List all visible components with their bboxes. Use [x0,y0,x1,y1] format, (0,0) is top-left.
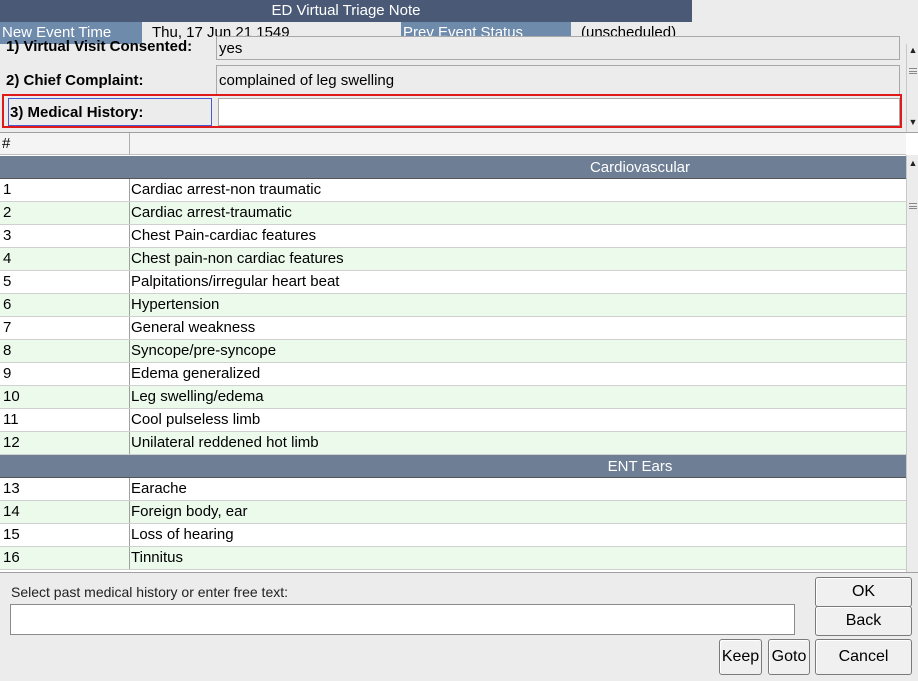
question-value-virtual-visit[interactable]: yes [216,36,900,60]
row-number: 4 [0,248,130,270]
table-header: # [0,133,906,155]
row-number: 6 [0,294,130,316]
back-button[interactable]: Back [815,606,912,636]
medical-history-label-box: 3) Medical History: [8,98,212,126]
table-row[interactable]: 13 Earache [0,478,906,501]
row-text: Cardiac arrest-traumatic [131,204,292,221]
row-text: Cardiac arrest-non traumatic [131,181,322,198]
table-row[interactable]: 8 Syncope/pre-syncope [0,340,906,363]
row-text: Earache [131,480,187,497]
scroll-up-icon[interactable]: ▲ [907,44,918,56]
row-text: General weakness [131,319,256,336]
table-row[interactable]: 6 Hypertension [0,294,906,317]
table-row[interactable]: 11 Cool pulseless limb [0,409,906,432]
row-text: Tinnitus [131,549,183,566]
medical-history-input[interactable] [218,98,900,126]
medical-history-row[interactable]: 3) Medical History: [2,94,902,128]
table-body: Cardiovascular 1 Cardiac arrest-non trauma… [0,156,906,570]
scroll-grip-icon[interactable] [909,203,917,209]
question-scrollbar[interactable]: ▲ ▼ [906,44,918,132]
row-number: 13 [0,478,130,500]
row-text: Cool pulseless limb [131,411,261,428]
table-row[interactable]: 9 Edema generalized [0,363,906,386]
table-row[interactable]: 5 Palpitations/irregular heart beat [0,271,906,294]
row-number: 1 [0,179,130,201]
row-number: 15 [0,524,130,546]
table-row[interactable]: 1 Cardiac arrest-non traumatic [0,179,906,202]
keep-button[interactable]: Keep [719,639,762,675]
question-value-chief-complaint[interactable]: complained of leg swelling [216,65,900,95]
row-text: Foreign body, ear [131,503,248,520]
table-row[interactable]: 2 Cardiac arrest-traumatic [0,202,906,225]
row-text: Edema generalized [131,365,261,382]
row-text: Chest pain-non cardiac features [131,250,344,267]
table-row[interactable]: 16 Tinnitus [0,547,906,570]
column-header-number: # [0,133,130,155]
section-header: Cardiovascular [0,156,906,179]
row-number: 12 [0,432,130,454]
table-row[interactable]: 3 Chest Pain-cardiac features [0,225,906,248]
row-number: 3 [0,225,130,247]
row-number: 5 [0,271,130,293]
row-number: 8 [0,340,130,362]
free-text-input[interactable] [10,604,795,635]
scroll-up-icon[interactable]: ▲ [907,157,918,169]
free-text-prompt: Select past medical history or enter fre… [11,584,289,600]
ok-button[interactable]: OK [815,577,912,607]
question-label-medical-history: 3) Medical History: [10,104,144,121]
history-table: # Cardiovascular 1 Cardiac arrest-non trau… [0,132,918,573]
question-label-chief-complaint: 2) Chief Complaint: [6,72,144,89]
table-row[interactable]: 4 Chest pain-non cardiac features [0,248,906,271]
row-text: Leg swelling/edema [131,388,264,405]
section-title: ENT Ears [607,458,673,475]
question-panel: 1) Virtual Visit Consented: yes 2) Chief… [0,36,918,132]
row-text: Palpitations/irregular heart beat [131,273,340,290]
table-row[interactable]: 7 General weakness [0,317,906,340]
footer-panel: Select past medical history or enter fre… [0,572,918,681]
row-text: Hypertension [131,296,220,313]
row-number: 14 [0,501,130,523]
scroll-grip-icon[interactable] [909,68,917,74]
row-text: Chest Pain-cardiac features [131,227,317,244]
window-title: ED Virtual Triage Note [0,0,692,22]
row-number: 7 [0,317,130,339]
cancel-button[interactable]: Cancel [815,639,912,675]
section-title: Cardiovascular [589,159,691,176]
row-text: Syncope/pre-syncope [131,342,277,359]
table-row[interactable]: 12 Unilateral reddened hot limb [0,432,906,455]
row-number: 11 [0,409,130,431]
goto-button[interactable]: Goto [768,639,810,675]
table-row[interactable]: 14 Foreign body, ear [0,501,906,524]
row-number: 16 [0,547,130,569]
scroll-down-icon[interactable]: ▼ [907,116,918,128]
row-number: 10 [0,386,130,408]
table-row[interactable]: 15 Loss of hearing [0,524,906,547]
row-text: Loss of hearing [131,526,234,543]
table-row[interactable]: 10 Leg swelling/edema [0,386,906,409]
row-number: 9 [0,363,130,385]
table-scrollbar[interactable]: ▲ [906,155,918,573]
row-number: 2 [0,202,130,224]
question-label-virtual-visit: 1) Virtual Visit Consented: [6,38,193,55]
row-text: Unilateral reddened hot limb [131,434,319,451]
section-header: ENT Ears [0,455,906,478]
